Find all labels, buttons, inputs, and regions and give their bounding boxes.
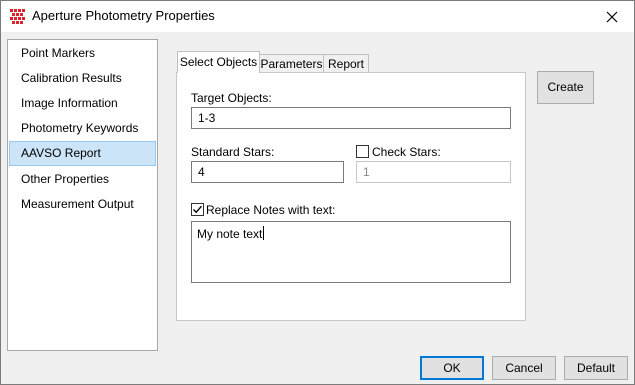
target-objects-label: Target Objects: (191, 91, 272, 105)
window-title: Aperture Photometry Properties (32, 8, 215, 23)
tab-parameters[interactable]: Parameters (259, 54, 324, 72)
ok-button[interactable]: OK (420, 356, 484, 380)
close-button[interactable] (590, 1, 634, 32)
sidebar-item-calibration-results[interactable]: Calibration Results (8, 66, 157, 91)
default-button[interactable]: Default (564, 356, 628, 380)
dialog-window: Aperture Photometry Properties Point Mar… (0, 0, 635, 385)
target-objects-input[interactable]: 1-3 (191, 107, 511, 129)
sidebar-item-photometry-keywords[interactable]: Photometry Keywords (8, 116, 157, 141)
sidebar-item-aavso-report[interactable]: AAVSO Report (9, 141, 156, 166)
replace-notes-label: Replace Notes with text: (206, 203, 336, 217)
sidebar-item-image-information[interactable]: Image Information (8, 91, 157, 116)
checkmark-icon (193, 205, 203, 214)
notes-textarea[interactable]: My note text (191, 221, 511, 283)
check-stars-label: Check Stars: (372, 145, 441, 159)
grid-app-icon (10, 9, 25, 24)
check-stars-input[interactable]: 1 (356, 161, 511, 183)
standard-stars-input[interactable]: 4 (191, 161, 344, 183)
replace-notes-checkbox[interactable] (191, 203, 204, 216)
sidebar-nav: Point Markers Calibration Results Image … (7, 39, 158, 351)
sidebar-item-measurement-output[interactable]: Measurement Output (8, 192, 157, 217)
sidebar-item-other-properties[interactable]: Other Properties (8, 167, 157, 192)
title-bar: Aperture Photometry Properties (1, 1, 634, 32)
cancel-button[interactable]: Cancel (492, 356, 556, 380)
sidebar-item-point-markers[interactable]: Point Markers (8, 41, 157, 66)
create-button[interactable]: Create (537, 71, 594, 104)
tab-report[interactable]: Report (323, 54, 369, 72)
tab-select-objects[interactable]: Select Objects (177, 51, 260, 73)
close-icon (606, 11, 618, 22)
standard-stars-label: Standard Stars: (191, 145, 275, 159)
text-caret (263, 226, 265, 240)
notes-text: My note text (197, 227, 263, 241)
check-stars-checkbox[interactable] (356, 145, 369, 158)
